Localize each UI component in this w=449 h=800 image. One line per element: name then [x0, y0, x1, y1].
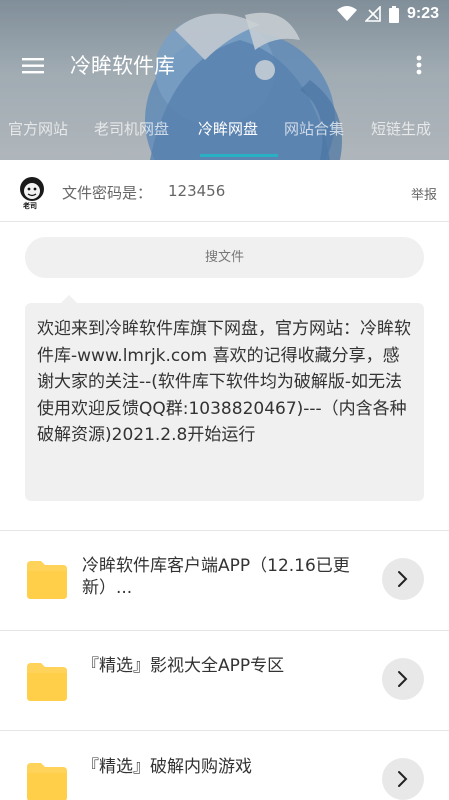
- menu-icon[interactable]: [18, 50, 50, 80]
- file-list-item[interactable]: 『精选』影视大全APP专区: [0, 631, 449, 731]
- notice-text: 欢迎来到冷眸软件库旗下网盘，官方网站：冷眸软件库-www.lmrjk.com 喜…: [37, 319, 411, 445]
- tab-indicator: [200, 154, 278, 157]
- file-list-item[interactable]: 冷眸软件库客户端APP（12.16已更新）...: [0, 531, 449, 631]
- folder-icon: [27, 561, 67, 599]
- tab-driver-disk[interactable]: 老司机网盘: [94, 118, 169, 139]
- report-link[interactable]: 举报: [411, 184, 437, 203]
- file-name: 冷眸软件库客户端APP（12.16已更新）...: [82, 556, 350, 598]
- folder-icon: [27, 763, 67, 800]
- file-list-item[interactable]: 『精选』破解内购游戏: [0, 731, 449, 800]
- password-label: 文件密码是：: [62, 184, 153, 202]
- password-value: 123456: [168, 182, 226, 200]
- tab-official-site[interactable]: 官方网站: [8, 118, 68, 139]
- app-header: 9:23 冷眸软件库 官方网站 老司机网盘 冷眸网盘 网站合集 短链生成: [0, 0, 449, 160]
- avatar-caption: 老司: [23, 202, 37, 210]
- file-name: 『精选』影视大全APP专区: [82, 656, 285, 676]
- file-name: 『精选』破解内购游戏: [82, 757, 252, 777]
- app-title: 冷眸软件库: [70, 54, 175, 78]
- more-options-icon[interactable]: [413, 50, 425, 80]
- signal-icon: [364, 6, 381, 22]
- wifi-icon: [336, 6, 357, 21]
- status-time: 9:23: [406, 5, 439, 22]
- notice-bubble: 欢迎来到冷眸软件库旗下网盘，官方网站：冷眸软件库-www.lmrjk.com 喜…: [25, 295, 424, 501]
- notice-pointer: [61, 295, 77, 303]
- search-files-button[interactable]: 搜文件: [25, 237, 424, 278]
- tab-short-link[interactable]: 短链生成: [371, 118, 431, 139]
- tab-lengmou-disk[interactable]: 冷眸网盘: [198, 118, 258, 139]
- toolbar: 冷眸软件库: [0, 36, 449, 92]
- tab-site-collection[interactable]: 网站合集: [284, 118, 344, 139]
- status-icons: 9:23: [336, 5, 439, 23]
- tab-bar: 官方网站 老司机网盘 冷眸网盘 网站合集 短链生成: [0, 116, 449, 160]
- chevron-right-icon: [398, 571, 408, 587]
- open-button[interactable]: [382, 758, 424, 800]
- chevron-right-icon: [398, 771, 408, 787]
- battery-icon: [388, 5, 399, 23]
- folder-icon: [27, 663, 67, 701]
- status-bar: 9:23: [0, 0, 449, 30]
- open-button[interactable]: [382, 658, 424, 700]
- password-info-row: 老司 文件密码是： 123456 举报: [0, 160, 449, 222]
- chevron-right-icon: [398, 671, 408, 687]
- open-button[interactable]: [382, 558, 424, 600]
- avatar[interactable]: 老司: [12, 172, 52, 212]
